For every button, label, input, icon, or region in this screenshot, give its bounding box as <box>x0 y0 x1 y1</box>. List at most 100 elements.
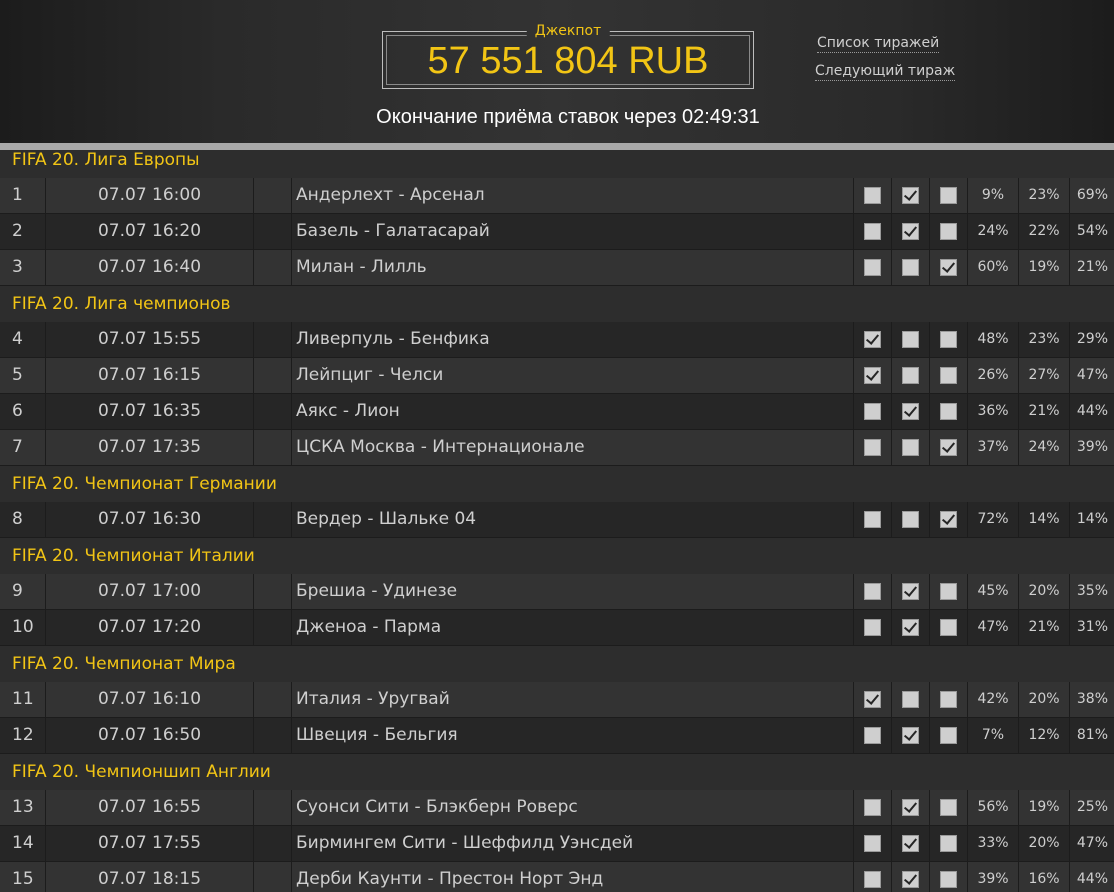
outcome-x-checkbox[interactable] <box>902 835 919 852</box>
outcome-2-checkbox[interactable] <box>940 223 957 240</box>
percent-1: 9% <box>968 178 1019 213</box>
outcome-1-checkbox[interactable] <box>864 871 881 888</box>
percent-2: 54% <box>1076 223 1108 239</box>
match-time: 07.07 17:55 <box>46 826 254 861</box>
outcome-2-checkbox[interactable] <box>940 403 957 420</box>
outcome-2-checkbox[interactable] <box>940 367 957 384</box>
outcome-x-checkbox[interactable] <box>902 223 919 240</box>
bet-deadline-text: Окончание приёма ставок через 02:49:31 <box>376 106 760 128</box>
outcome-1-checkbox[interactable] <box>864 835 881 852</box>
percent-1: 60% <box>968 250 1019 285</box>
outcome-2-checkbox[interactable] <box>940 871 957 888</box>
percent-1: 47% <box>968 610 1019 645</box>
outcome-cell <box>854 430 892 465</box>
outcome-cell <box>930 574 968 609</box>
outcome-2-checkbox[interactable] <box>940 619 957 636</box>
outcome-1-checkbox[interactable] <box>864 259 881 276</box>
outcome-cell <box>892 430 930 465</box>
outcome-1-checkbox[interactable] <box>864 727 881 744</box>
outcome-x-checkbox[interactable] <box>902 583 919 600</box>
percent-2: 47% <box>1076 367 1108 383</box>
jackpot-amount: 57 551 804 RUB <box>427 40 709 82</box>
percent-2: 21% <box>1076 259 1108 275</box>
outcome-2-checkbox[interactable] <box>940 583 957 600</box>
match-time: 07.07 17:35 <box>46 430 254 465</box>
match-number: 6 <box>0 394 46 429</box>
outcome-x-checkbox[interactable] <box>902 691 919 708</box>
outcome-1-checkbox[interactable] <box>864 187 881 204</box>
outcome-x-checkbox[interactable] <box>902 619 919 636</box>
outcome-2-checkbox[interactable] <box>940 799 957 816</box>
outcome-1-checkbox[interactable] <box>864 439 881 456</box>
outcome-1-checkbox[interactable] <box>864 511 881 528</box>
draws-list-link[interactable]: Список тиражей <box>817 34 940 53</box>
match-row: 1 07.07 16:00 Андерлехт - Арсенал 9% 23% 69% <box>0 178 1114 214</box>
match-number: 9 <box>0 574 46 609</box>
outcome-2-checkbox[interactable] <box>940 835 957 852</box>
percent-2: 31% <box>1076 619 1108 635</box>
match-time: 07.07 16:20 <box>46 214 254 249</box>
match-time: 07.07 16:10 <box>46 682 254 717</box>
outcome-1-checkbox[interactable] <box>864 799 881 816</box>
percent-1: 26% <box>968 358 1019 393</box>
match-name: ЦСКА Москва - Интернационале <box>292 430 854 465</box>
outcome-x-checkbox[interactable] <box>902 511 919 528</box>
match-name: Милан - Лилль <box>292 250 854 285</box>
outcome-x-checkbox[interactable] <box>902 439 919 456</box>
match-name: Вердер - Шальке 04 <box>292 502 854 537</box>
outcome-x-checkbox[interactable] <box>902 871 919 888</box>
outcome-1-checkbox[interactable] <box>864 619 881 636</box>
percent-2: 81% <box>1076 727 1108 743</box>
match-row: 15 07.07 18:15 Дерби Каунти - Престон Норт… <box>0 862 1114 892</box>
outcome-x-checkbox[interactable] <box>902 799 919 816</box>
match-spacer <box>254 322 292 357</box>
percent-x: 23% <box>1019 322 1070 357</box>
outcome-2-checkbox[interactable] <box>940 511 957 528</box>
outcome-x-checkbox[interactable] <box>902 367 919 384</box>
percent-x: 12% <box>1019 718 1070 753</box>
outcome-cell <box>854 790 892 825</box>
outcome-cell <box>854 610 892 645</box>
outcome-2-checkbox[interactable] <box>940 187 957 204</box>
outcome-cell <box>892 682 930 717</box>
percent-x: 14% <box>1019 502 1070 537</box>
outcome-1-checkbox[interactable] <box>864 367 881 384</box>
percent-2: 35% <box>1076 583 1108 599</box>
outcome-x-checkbox[interactable] <box>902 727 919 744</box>
percent-1: 36% <box>968 394 1019 429</box>
outcome-x-checkbox[interactable] <box>902 331 919 348</box>
percent-1: 33% <box>968 826 1019 861</box>
outcome-2-checkbox[interactable] <box>940 691 957 708</box>
next-draw-link[interactable]: Следующий тираж <box>815 62 956 81</box>
outcome-1-checkbox[interactable] <box>864 223 881 240</box>
outcome-x-checkbox[interactable] <box>902 187 919 204</box>
outcome-cell <box>930 610 968 645</box>
match-spacer <box>254 718 292 753</box>
match-spacer <box>254 394 292 429</box>
percent-x: 19% <box>1019 250 1070 285</box>
outcome-2-checkbox[interactable] <box>940 439 957 456</box>
outcome-x-checkbox[interactable] <box>902 403 919 420</box>
outcome-1-checkbox[interactable] <box>864 583 881 600</box>
match-number: 13 <box>0 790 46 825</box>
outcome-1-checkbox[interactable] <box>864 403 881 420</box>
match-spacer <box>254 862 292 892</box>
outcome-cell <box>854 682 892 717</box>
match-row: 11 07.07 16:10 Италия - Уругвай 42% 20% 38% <box>0 682 1114 718</box>
outcome-2-checkbox[interactable] <box>940 727 957 744</box>
match-spacer <box>254 178 292 213</box>
percent-2: 44% <box>1076 403 1108 419</box>
match-time: 07.07 17:00 <box>46 574 254 609</box>
outcome-cell <box>854 502 892 537</box>
match-name: Бирмингем Сити - Шеффилд Уэнсдей <box>292 826 854 861</box>
outcome-x-checkbox[interactable] <box>902 259 919 276</box>
percent-1: 24% <box>968 214 1019 249</box>
outcome-2-checkbox[interactable] <box>940 259 957 276</box>
percent-x: 23% <box>1019 178 1070 213</box>
outcome-cell <box>930 178 968 213</box>
outcome-2-checkbox[interactable] <box>940 331 957 348</box>
outcome-1-checkbox[interactable] <box>864 331 881 348</box>
outcome-1-checkbox[interactable] <box>864 691 881 708</box>
match-row: 3 07.07 16:40 Милан - Лилль 60% 19% 21% <box>0 250 1114 286</box>
outcome-cell <box>892 610 930 645</box>
